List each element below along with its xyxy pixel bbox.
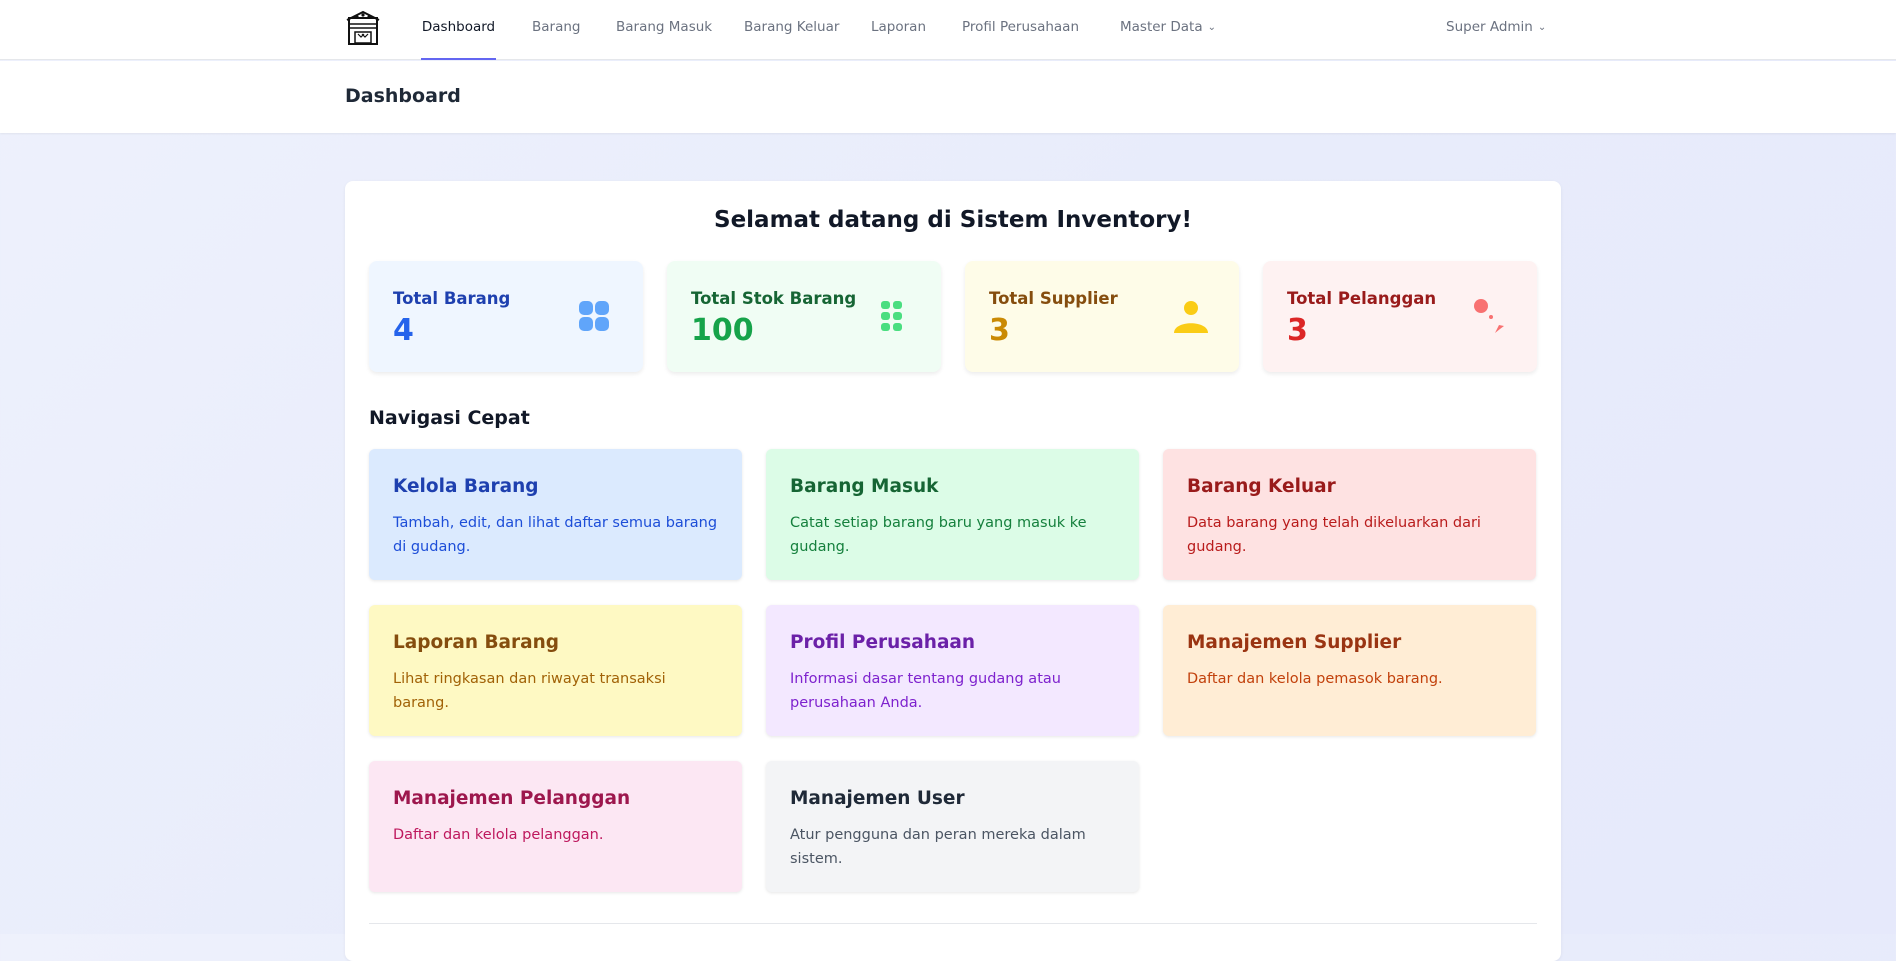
quick-nav-title-text: Barang Keluar	[1187, 476, 1336, 497]
quick-nav-title-text: Laporan Barang	[393, 632, 560, 653]
nav-barang-keluar[interactable]: Barang Keluar	[744, 0, 839, 60]
stat-value: 100	[691, 313, 754, 348]
stat-label: Total Stok Barang	[691, 289, 857, 308]
quick-nav-laporan-barang[interactable]: Laporan Barang Lihat ringkasan dan riway…	[369, 605, 742, 736]
user-icon	[1174, 301, 1208, 333]
quick-nav-desc: Catat setiap barang baru yang masuk ke g…	[790, 515, 1087, 555]
stat-value: 3	[989, 313, 1010, 348]
quick-nav-barang-masuk[interactable]: Barang Masuk Catat setiap barang baru ya…	[766, 449, 1139, 580]
chevron-down-icon: ⌄	[1207, 22, 1217, 33]
stat-total-supplier: Total Supplier 3	[965, 261, 1239, 372]
stat-total-stok: Total Stok Barang 100	[667, 261, 941, 372]
page-title: Dashboard	[345, 85, 461, 107]
user-menu-dropdown[interactable]: Super Admin ⌄	[1446, 0, 1546, 60]
nav-master-data-dropdown[interactable]: Master Data ⌄	[1120, 0, 1216, 60]
quick-nav-desc: Informasi dasar tentang gudang atau peru…	[790, 671, 1061, 711]
quick-nav-title-text: Profil Perusahaan	[790, 632, 976, 653]
quick-nav-desc: Daftar dan kelola pelanggan.	[393, 827, 604, 843]
grid-icon	[579, 301, 609, 331]
quick-nav-desc: Tambah, edit, dan lihat daftar semua bar…	[393, 515, 718, 555]
nav-dashboard[interactable]: Dashboard	[421, 0, 496, 60]
stat-total-barang: Total Barang 4	[369, 261, 643, 372]
stat-label: Total Pelanggan	[1287, 289, 1437, 308]
divider	[369, 923, 1537, 924]
quick-nav-desc: Daftar dan kelola pemasok barang.	[1187, 671, 1443, 687]
nav-laporan[interactable]: Laporan	[871, 0, 926, 60]
quick-nav-kelola-barang[interactable]: Kelola Barang Tambah, edit, dan lihat da…	[369, 449, 742, 580]
warehouse-logo-icon[interactable]	[344, 9, 382, 47]
stat-value: 4	[393, 313, 414, 348]
stat-value: 3	[1287, 313, 1308, 348]
quick-nav-title-text: Manajemen User	[790, 788, 965, 809]
quick-nav-profil-perusahaan[interactable]: Profil Perusahaan Informasi dasar tentan…	[766, 605, 1139, 736]
quick-nav-barang-keluar[interactable]: Barang Keluar Data barang yang telah dik…	[1163, 449, 1536, 580]
user-name: Super Admin	[1446, 19, 1533, 35]
quick-nav-manajemen-supplier[interactable]: Manajemen Supplier Daftar dan kelola pem…	[1163, 605, 1536, 736]
welcome-heading: Selamat datang di Sistem Inventory!	[714, 207, 1192, 233]
chevron-down-icon: ⌄	[1537, 22, 1547, 33]
quick-nav-title-text: Barang Masuk	[790, 476, 939, 497]
quick-nav-desc: Lihat ringkasan dan riwayat transaksi ba…	[393, 671, 666, 711]
nav-profil-perusahaan[interactable]: Profil Perusahaan	[962, 0, 1079, 60]
stat-label: Total Barang	[393, 289, 511, 308]
quick-nav-manajemen-pelanggan[interactable]: Manajemen Pelanggan Daftar dan kelola pe…	[369, 761, 742, 892]
dashboard-card: Selamat datang di Sistem Inventory! Tota…	[345, 181, 1561, 961]
customer-icon	[1474, 299, 1504, 333]
quick-nav-title: Navigasi Cepat	[369, 407, 530, 429]
quick-nav-desc: Data barang yang telah dikeluarkan dari …	[1187, 515, 1481, 555]
quick-nav-desc: Atur pengguna dan peran mereka dalam sis…	[790, 827, 1086, 867]
stat-total-pelanggan: Total Pelanggan 3	[1263, 261, 1537, 372]
quick-nav-title-text: Manajemen Pelanggan	[393, 788, 631, 809]
master-data-label: Master Data	[1120, 19, 1203, 35]
quick-nav-title-text: Manajemen Supplier	[1187, 632, 1402, 653]
list-grid-icon	[881, 301, 902, 331]
nav-barang-masuk[interactable]: Barang Masuk	[616, 0, 712, 60]
quick-nav-manajemen-user[interactable]: Manajemen User Atur pengguna dan peran m…	[766, 761, 1139, 892]
page-header: Dashboard	[0, 61, 1896, 133]
top-navbar: Dashboard Barang Barang Masuk Barang Kel…	[0, 0, 1896, 60]
stat-label: Total Supplier	[989, 289, 1118, 308]
nav-barang[interactable]: Barang	[532, 0, 580, 60]
quick-nav-title-text: Kelola Barang	[393, 476, 539, 497]
